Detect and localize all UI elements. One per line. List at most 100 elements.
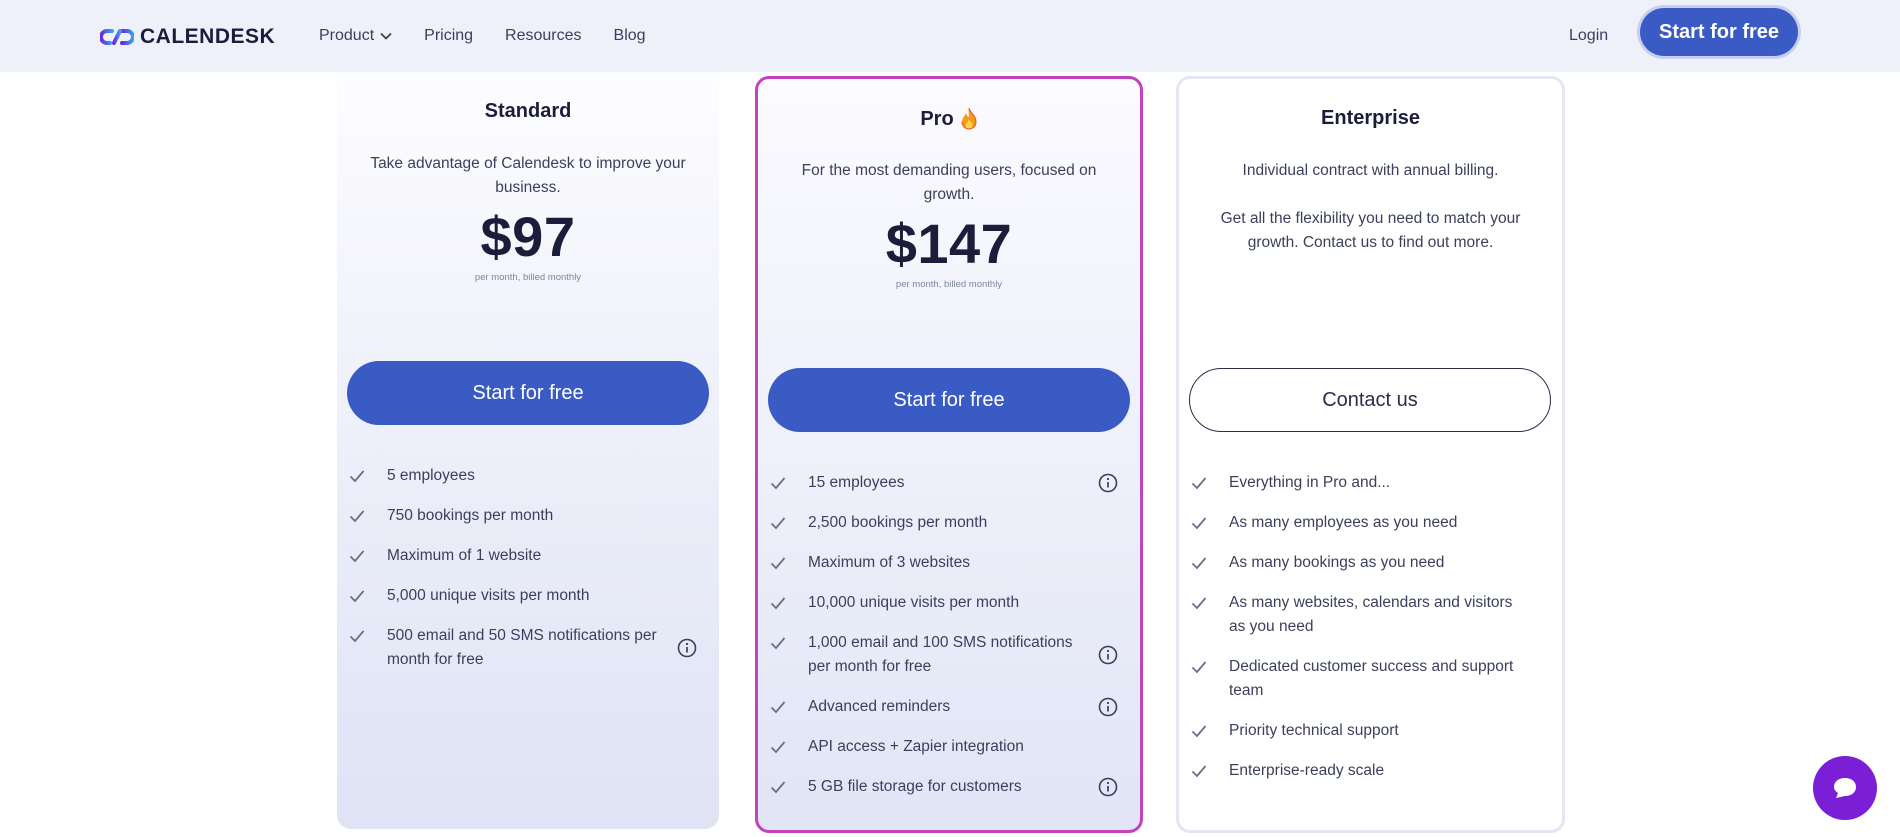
- plan-description-line-2: Get all the flexibility you need to matc…: [1220, 210, 1521, 251]
- nav-item-resources[interactable]: Resources: [505, 27, 581, 45]
- plan-description: Take advantage of Calendesk to improve y…: [370, 155, 686, 196]
- feature-text: Advanced reminders: [808, 698, 951, 715]
- feature-text: Maximum of 3 websites: [808, 554, 970, 571]
- feature-item: 5 GB file storage for customers: [768, 775, 1130, 799]
- checkmark-icon: [1191, 719, 1211, 743]
- pro-start-for-free-button[interactable]: Start for free: [768, 368, 1130, 432]
- checkmark-icon: [1191, 511, 1211, 535]
- info-icon[interactable]: [677, 638, 697, 658]
- checkmark-icon: [1191, 591, 1211, 615]
- plan-price-note: per month, billed monthly: [474, 272, 582, 283]
- checkmark-icon: [349, 544, 369, 568]
- feature-text: 5 employees: [387, 467, 475, 484]
- feature-item: As many bookings as you need: [1189, 551, 1552, 575]
- chat-widget-button[interactable]: [1813, 756, 1877, 820]
- plan-description: Individual contract with annual billing.…: [1209, 159, 1532, 255]
- feature-text: Everything in Pro and...: [1229, 474, 1391, 491]
- checkmark-icon: [349, 624, 369, 648]
- feature-text: Dedicated customer success and support t…: [1229, 658, 1514, 699]
- plan-description: For the most demanding users, focused on…: [801, 162, 1097, 203]
- nav-item-pricing[interactable]: Pricing: [424, 27, 473, 45]
- nav-item-blog[interactable]: Blog: [614, 27, 646, 45]
- feature-text: 5 GB file storage for customers: [808, 778, 1022, 795]
- feature-item: 15 employees: [768, 471, 1130, 495]
- feature-text: As many websites, calendars and visitors…: [1229, 594, 1513, 635]
- plan-description-line-1: Individual contract with annual billing.: [1242, 162, 1499, 179]
- checkmark-icon: [770, 631, 790, 655]
- info-icon[interactable]: [1098, 697, 1118, 717]
- plan-title: Pro: [758, 107, 1140, 131]
- site-header: CALENDESK Product Pricing Resources Blog…: [0, 0, 1900, 72]
- chat-bubble-icon: [1834, 778, 1856, 798]
- standard-start-for-free-button[interactable]: Start for free: [347, 361, 709, 425]
- contact-us-button[interactable]: Contact us: [1189, 368, 1551, 432]
- feature-item: 2,500 bookings per month: [768, 511, 1130, 535]
- checkmark-icon: [349, 584, 369, 608]
- checkmark-icon: [770, 735, 790, 759]
- plan-title: Standard: [337, 100, 719, 123]
- feature-item: 10,000 unique visits per month: [768, 591, 1130, 615]
- main-nav: Product Pricing Resources Blog: [319, 27, 646, 45]
- login-link[interactable]: Login: [1569, 27, 1608, 45]
- calendesk-logo[interactable]: CALENDESK: [100, 25, 275, 49]
- feature-item: Advanced reminders: [768, 695, 1130, 719]
- nav-item-product[interactable]: Product: [319, 27, 392, 45]
- feature-text: 10,000 unique visits per month: [808, 594, 1020, 611]
- checkmark-icon: [770, 775, 790, 799]
- feature-list: 15 employees 2,500 bookings per month Maxi…: [768, 471, 1130, 815]
- brand-name: CALENDESK: [140, 25, 276, 48]
- chevron-down-icon: [380, 32, 392, 40]
- plan-title-text: Enterprise: [1321, 107, 1420, 129]
- feature-text: Priority technical support: [1229, 722, 1399, 739]
- checkmark-icon: [770, 551, 790, 575]
- feature-text: As many employees as you need: [1229, 514, 1458, 531]
- checkmark-icon: [1191, 655, 1211, 679]
- fire-icon: [961, 107, 977, 130]
- plan-price: $147: [885, 212, 1013, 275]
- feature-text: 5,000 unique visits per month: [387, 587, 590, 604]
- nav-item-label: Blog: [613, 27, 646, 44]
- feature-item: As many websites, calendars and visitors…: [1189, 591, 1552, 639]
- checkmark-icon: [770, 511, 790, 535]
- info-icon[interactable]: [1098, 777, 1118, 797]
- checkmark-icon: [1191, 759, 1211, 783]
- feature-text: 2,500 bookings per month: [808, 514, 988, 531]
- feature-text: 1,000 email and 100 SMS notifications pe…: [808, 634, 1073, 675]
- checkmark-icon: [770, 591, 790, 615]
- plan-title: Enterprise: [1179, 107, 1562, 130]
- feature-item: Priority technical support: [1189, 719, 1552, 743]
- feature-item: Enterprise-ready scale: [1189, 759, 1552, 783]
- header-start-for-free-button[interactable]: Start for free: [1640, 8, 1798, 56]
- feature-item: Dedicated customer success and support t…: [1189, 655, 1552, 703]
- feature-text: Maximum of 1 website: [387, 547, 542, 564]
- feature-item: As many employees as you need: [1189, 511, 1552, 535]
- nav-item-label: Resources: [505, 27, 582, 44]
- checkmark-icon: [349, 464, 369, 488]
- plan-card-enterprise: Enterprise Individual contract with annu…: [1176, 76, 1565, 833]
- feature-text: 500 email and 50 SMS notifications per m…: [387, 627, 657, 668]
- calendesk-logo-icon: [100, 29, 134, 45]
- feature-item: 500 email and 50 SMS notifications per m…: [347, 624, 709, 672]
- nav-item-label: Product: [319, 27, 375, 44]
- feature-item: Maximum of 1 website: [347, 544, 709, 568]
- feature-text: Enterprise-ready scale: [1229, 762, 1385, 779]
- feature-list: 5 employees 750 bookings per month Maximum…: [347, 464, 709, 688]
- checkmark-icon: [1191, 471, 1211, 495]
- feature-item: 1,000 email and 100 SMS notifications pe…: [768, 631, 1130, 679]
- feature-text: As many bookings as you need: [1229, 554, 1445, 571]
- feature-text: 750 bookings per month: [387, 507, 554, 524]
- feature-item: Maximum of 3 websites: [768, 551, 1130, 575]
- checkmark-icon: [349, 504, 369, 528]
- feature-item: 5,000 unique visits per month: [347, 584, 709, 608]
- checkmark-icon: [770, 695, 790, 719]
- feature-list: Everything in Pro and... As many employee…: [1189, 471, 1552, 799]
- info-icon[interactable]: [1098, 473, 1118, 493]
- plan-card-standard: Standard Take advantage of Calendesk to …: [337, 72, 719, 829]
- info-icon[interactable]: [1098, 645, 1118, 665]
- plan-card-pro: Pro For the most demanding users, focuse…: [755, 76, 1143, 833]
- feature-item: API access + Zapier integration: [768, 735, 1130, 759]
- plan-price-note: per month, billed monthly: [895, 279, 1003, 290]
- feature-text: API access + Zapier integration: [808, 738, 1024, 755]
- plan-title-text: Pro: [920, 107, 954, 130]
- checkmark-icon: [770, 471, 790, 495]
